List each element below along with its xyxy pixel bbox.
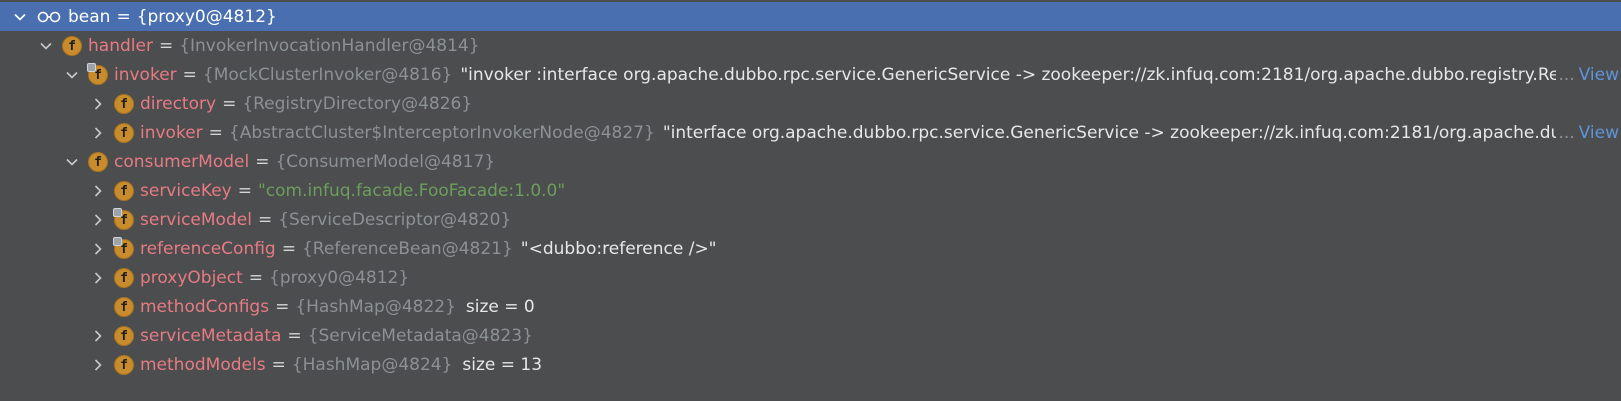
equals-sign: =	[182, 65, 197, 85]
field-name: serviceMetadata	[140, 326, 282, 346]
chevron-right-icon[interactable]	[88, 268, 108, 288]
field-icon: f	[114, 297, 134, 317]
lock-icon	[87, 63, 96, 72]
object-reference: {proxy0@4812}	[136, 6, 277, 27]
chevron-right-icon[interactable]	[88, 123, 108, 143]
field-icon: f	[114, 355, 134, 375]
object-reference: {MockClusterInvoker@4816}	[202, 65, 453, 85]
equals-sign: =	[255, 152, 270, 172]
chevron-right-icon[interactable]	[88, 355, 108, 375]
tree-row-invoker[interactable]: f invoker = {MockClusterInvoker@4816} "i…	[0, 60, 1621, 90]
lock-icon	[113, 237, 122, 246]
debugger-variables-tree: bean = {proxy0@4812} f handler = {Invoke…	[0, 0, 1621, 401]
chevron-right-icon[interactable]	[88, 210, 108, 230]
tree-row-bean[interactable]: bean = {proxy0@4812}	[0, 2, 1621, 31]
chevron-right-icon[interactable]	[88, 181, 108, 201]
tree-row-proxyObject[interactable]: f proxyObject = {proxy0@4812}	[0, 263, 1621, 293]
object-reference: {HashMap@4824}	[291, 355, 453, 375]
collection-size: size = 0	[465, 297, 535, 317]
equals-sign: =	[275, 297, 290, 317]
equals-sign: =	[281, 239, 296, 259]
ellipsis: ...	[1558, 65, 1575, 85]
string-value: "com.infuq.facade.FooFacade:1.0.0"	[257, 181, 566, 201]
field-name: methodConfigs	[140, 297, 270, 317]
tostring-value: "invoker :interface org.apache.dubbo.rpc…	[460, 65, 1560, 85]
watch-glasses-icon	[36, 10, 62, 24]
chevron-down-icon[interactable]	[62, 152, 82, 172]
tree-row-invoker-node[interactable]: f invoker = {AbstractCluster$Interceptor…	[0, 118, 1621, 148]
tree-row-referenceConfig[interactable]: f referenceConfig = {ReferenceBean@4821}…	[0, 234, 1621, 264]
field-icon: f	[88, 152, 108, 172]
field-icon: f	[113, 237, 134, 259]
field-name: invoker	[140, 123, 203, 143]
object-reference: {ServiceDescriptor@4820}	[278, 210, 512, 230]
tostring-value: "<dubbo:reference />"	[520, 239, 717, 259]
equals-sign: =	[158, 36, 174, 56]
field-icon: f	[114, 94, 134, 114]
chevron-down-icon[interactable]	[62, 65, 82, 85]
view-link[interactable]: View	[1579, 65, 1621, 85]
field-name: consumerModel	[114, 152, 250, 172]
equals-sign: =	[237, 181, 252, 201]
field-name: proxyObject	[140, 268, 243, 288]
tree-row-serviceMetadata[interactable]: f serviceMetadata = {ServiceMetadata@482…	[0, 321, 1621, 351]
field-icon: f	[87, 63, 108, 85]
lock-icon	[113, 208, 122, 217]
object-reference: {HashMap@4822}	[295, 297, 456, 317]
tree-row-handler[interactable]: f handler = {InvokerInvocationHandler@48…	[0, 31, 1621, 61]
tree-row-directory[interactable]: f directory = {RegistryDirectory@4826}	[0, 89, 1621, 119]
tree-row-serviceModel[interactable]: f serviceModel = {ServiceDescriptor@4820…	[0, 205, 1621, 235]
field-icon: f	[113, 208, 134, 230]
truncation-group: ... View	[1556, 60, 1621, 90]
field-name: referenceConfig	[140, 239, 276, 259]
object-reference: {ServiceMetadata@4823}	[307, 326, 533, 346]
view-link[interactable]: View	[1579, 123, 1621, 143]
field-icon: f	[114, 181, 134, 201]
equals-sign: =	[287, 326, 302, 346]
chevron-right-icon[interactable]	[88, 326, 108, 346]
tree-row-consumerModel[interactable]: f consumerModel = {ConsumerModel@4817}	[0, 147, 1621, 177]
field-name: directory	[140, 94, 217, 114]
field-name: methodModels	[140, 355, 266, 375]
object-reference: {AbstractCluster$InterceptorInvokerNode@…	[228, 123, 655, 143]
chevron-down-icon[interactable]	[36, 36, 56, 56]
tree-row-methodConfigs[interactable]: f methodConfigs = {HashMap@4822} size = …	[0, 292, 1621, 322]
chevron-right-icon[interactable]	[88, 94, 108, 114]
equals-sign: =	[222, 94, 237, 114]
collection-size: size = 13	[462, 355, 543, 375]
field-name: invoker	[114, 65, 177, 85]
field-icon: f	[114, 326, 134, 346]
chevron-down-icon[interactable]	[10, 7, 30, 27]
field-icon: f	[114, 268, 134, 288]
ellipsis: ...	[1558, 123, 1575, 143]
field-icon: f	[62, 36, 82, 56]
field-name: serviceKey	[140, 181, 232, 201]
equals-sign: =	[271, 355, 286, 375]
tostring-value: "interface org.apache.dubbo.rpc.service.…	[662, 123, 1562, 143]
equals-sign: =	[248, 268, 264, 288]
object-reference: {RegistryDirectory@4826}	[242, 94, 473, 114]
field-name: serviceModel	[140, 210, 252, 230]
truncation-group: ... View	[1556, 118, 1621, 148]
field-icon: f	[114, 123, 134, 143]
object-reference: {InvokerInvocationHandler@4814}	[179, 36, 480, 56]
equals-sign: =	[257, 210, 273, 230]
tree-row-methodModels[interactable]: f methodModels = {HashMap@4824} size = 1…	[0, 350, 1621, 380]
equals-sign: =	[208, 123, 223, 143]
object-reference: {ConsumerModel@4817}	[275, 152, 496, 172]
equals-sign: =	[116, 6, 131, 27]
field-name: handler	[88, 36, 153, 56]
tree-row-serviceKey[interactable]: f serviceKey = "com.infuq.facade.FooFaca…	[0, 176, 1621, 206]
object-reference: {ReferenceBean@4821}	[301, 239, 513, 259]
variable-name: bean	[68, 6, 111, 27]
object-reference: {proxy0@4812}	[269, 268, 410, 288]
chevron-right-icon[interactable]	[88, 239, 108, 259]
